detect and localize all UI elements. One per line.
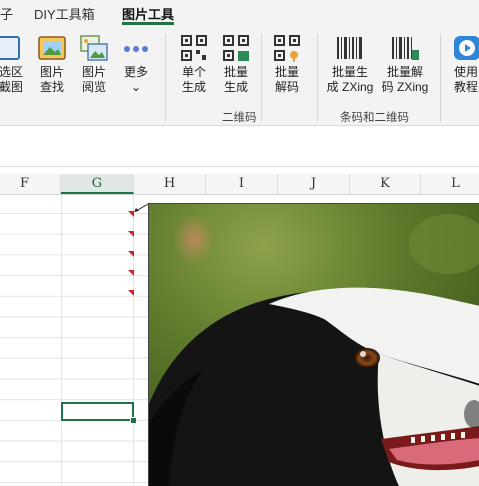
qr-batch-decode-button[interactable]: 批量 解码 (270, 34, 304, 95)
tab-partial[interactable]: 子 (0, 4, 13, 23)
more-button[interactable]: 更多 ⌄ (119, 34, 153, 95)
active-tab-indicator (122, 22, 174, 25)
screenshot-icon (0, 36, 20, 60)
group-label-qr: 二维码 (222, 112, 257, 124)
active-cell[interactable] (61, 402, 134, 421)
barcode-batch-generate-button[interactable]: 批量生 成 ZXing (324, 34, 376, 95)
column-header-bar: F G H I J K L (0, 174, 479, 195)
barcode-icon (337, 37, 362, 59)
chevron-down-icon: ⌄ (130, 80, 142, 94)
comment-connector-arrow (134, 203, 149, 212)
tab-diy-toolbox[interactable]: DIY工具箱 (34, 4, 95, 23)
column-header-g[interactable]: G (61, 174, 134, 194)
qr-batch-icon (223, 35, 249, 61)
column-header-h[interactable]: H (134, 174, 206, 194)
column-header-f[interactable]: F (0, 174, 61, 194)
fill-handle[interactable] (130, 417, 137, 424)
barcode-decode-icon (392, 37, 419, 60)
column-header-l[interactable]: L (421, 174, 479, 194)
ribbon: 选区 截图 图片 查找 图片 阅览 更多 ⌄ 单个 生成 批量 生成 批量 解码… (0, 28, 479, 126)
column-header-j[interactable]: J (278, 174, 350, 194)
more-dots-icon (124, 46, 148, 52)
qr-batch-generate-button[interactable]: 批量 生成 (219, 34, 253, 95)
dog-photo-icon (149, 204, 479, 486)
image-gallery-icon (80, 35, 108, 61)
play-tutorial-icon (454, 36, 479, 60)
formula-bar-area (0, 126, 479, 167)
group-divider (165, 34, 166, 122)
group-divider (317, 34, 318, 122)
group-divider (440, 34, 441, 122)
comment-indicator[interactable] (128, 270, 134, 276)
comment-indicator[interactable] (128, 251, 134, 257)
qr-code-icon (181, 35, 207, 61)
ribbon-tabs: 子 DIY工具箱 图片工具 (0, 0, 479, 28)
group-divider (261, 34, 262, 122)
image-gallery-button[interactable]: 图片 阅览 (77, 34, 111, 95)
qr-decode-icon (274, 35, 300, 62)
screenshot-button[interactable]: 选区 截图 (0, 34, 26, 95)
column-header-k[interactable]: K (350, 174, 421, 194)
comment-indicator[interactable] (128, 231, 134, 237)
image-search-button[interactable]: 图片 查找 (35, 34, 69, 95)
column-header-i[interactable]: I (206, 174, 278, 194)
comment-indicator[interactable] (128, 290, 134, 296)
comment-image-dog[interactable] (148, 203, 479, 486)
barcode-batch-decode-button[interactable]: 批量解 码 ZXing (378, 34, 432, 95)
tab-image-tools[interactable]: 图片工具 (122, 4, 174, 23)
group-label-barcode-qr: 条码和二维码 (340, 112, 409, 124)
qr-single-generate-button[interactable]: 单个 生成 (177, 34, 211, 95)
tutorial-button[interactable]: 使用 教程 (448, 34, 479, 95)
image-search-icon (38, 36, 66, 60)
